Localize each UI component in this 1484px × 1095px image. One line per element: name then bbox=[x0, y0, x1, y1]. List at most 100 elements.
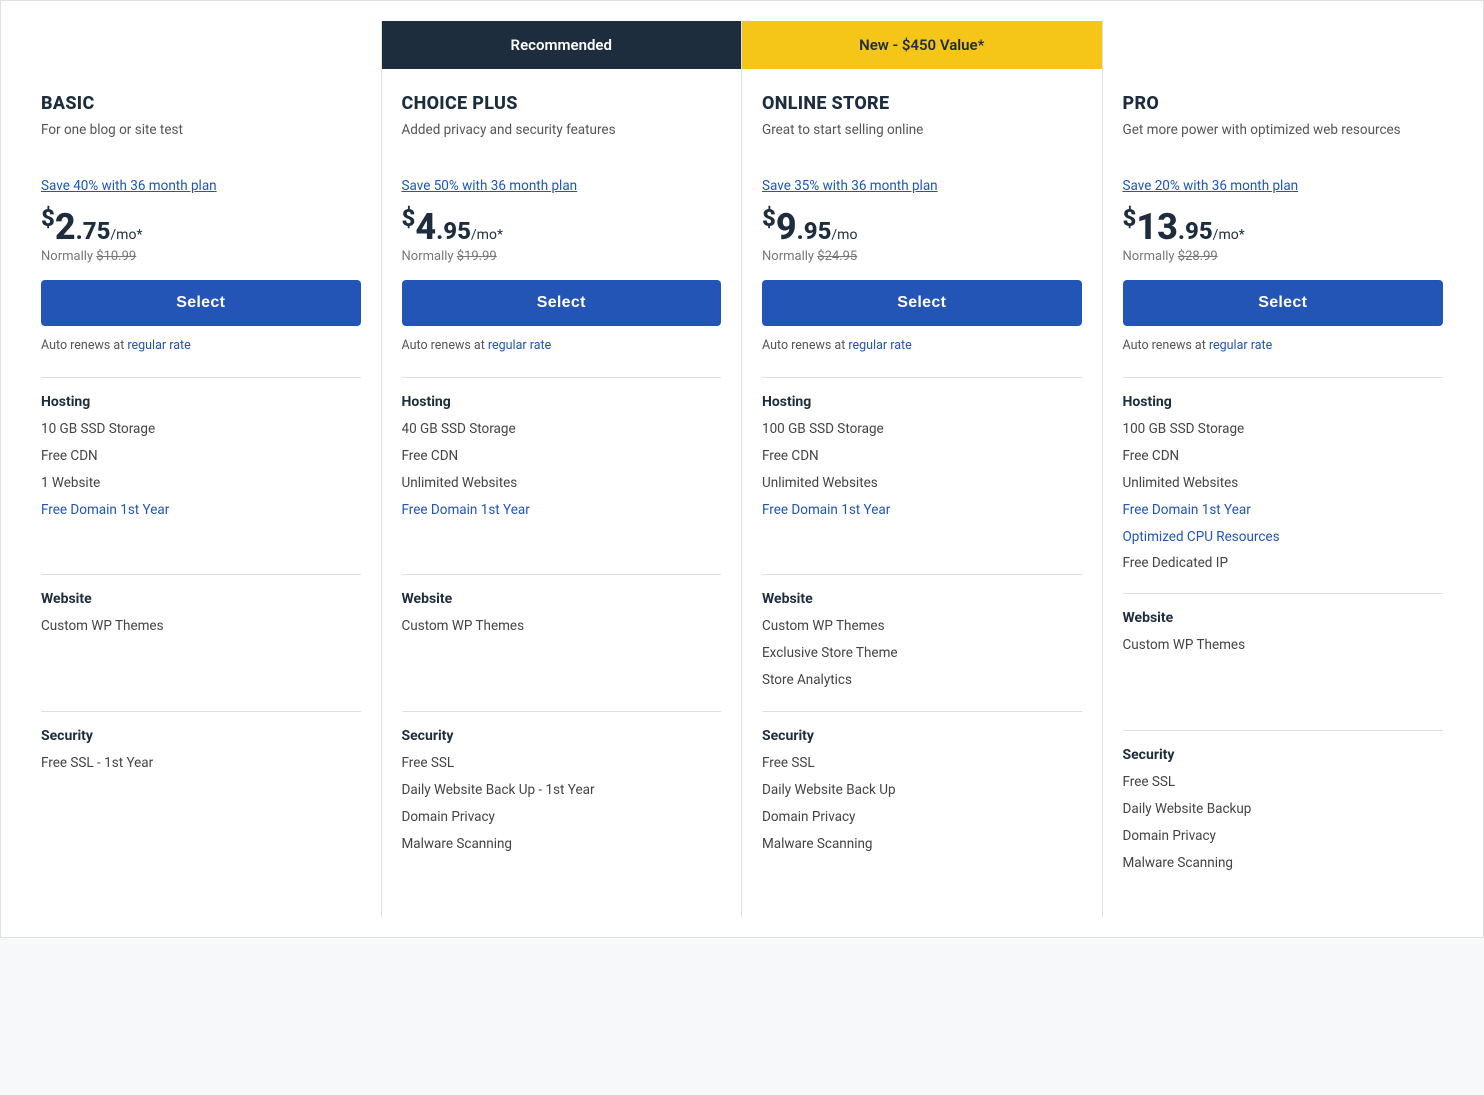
hosting-item-pro-4: Optimized CPU Resources bbox=[1123, 528, 1444, 547]
security-item-online-store-3: Malware Scanning bbox=[762, 835, 1082, 854]
save-link-pro[interactable]: Save 20% with 36 month plan bbox=[1123, 178, 1444, 194]
hosting-section-choice-plus: Hosting40 GB SSD StorageFree CDNUnlimite… bbox=[402, 394, 722, 554]
plan-desc-basic: For one blog or site test bbox=[41, 120, 361, 160]
website-section-basic: Website Custom WP Themes bbox=[41, 591, 361, 691]
security-title-choice-plus: Security bbox=[402, 728, 722, 744]
hosting-title-basic: Hosting bbox=[41, 394, 361, 410]
security-section-choice-plus: Security Free SSL Daily Website Back Up - … bbox=[402, 728, 722, 854]
price-normal-online-store: Normally $24.95 bbox=[762, 249, 1082, 264]
plan-name-choice-plus: CHOICE PLUS bbox=[402, 93, 722, 114]
hosting-item-pro-3: Free Domain 1st Year bbox=[1123, 501, 1444, 520]
divider-hosting-pro bbox=[1123, 377, 1444, 378]
security-item-pro-2: Domain Privacy bbox=[1123, 827, 1444, 846]
website-item-pro-0: Custom WP Themes bbox=[1123, 636, 1444, 655]
plan-badge-online-store: New - $450 Value* bbox=[742, 21, 1102, 69]
security-item-pro-3: Malware Scanning bbox=[1123, 854, 1444, 873]
select-button-choice-plus[interactable]: Select bbox=[402, 280, 722, 326]
divider-security-pro bbox=[1123, 730, 1444, 731]
security-item-choice-plus-1: Daily Website Back Up - 1st Year bbox=[402, 781, 722, 800]
auto-renews-choice-plus: Auto renews at regular rate bbox=[402, 338, 722, 353]
hosting-item-choice-plus-2: Unlimited Websites bbox=[402, 474, 722, 493]
hosting-item-basic-2: 1 Website bbox=[41, 474, 361, 493]
plan-col-choice-plus: Recommended CHOICE PLUS Added privacy and … bbox=[382, 21, 743, 917]
pricing-wrapper: BASIC For one blog or site test Save 40% w… bbox=[0, 0, 1484, 938]
save-link-basic[interactable]: Save 40% with 36 month plan bbox=[41, 178, 361, 194]
plan-badge-pro bbox=[1103, 21, 1464, 69]
plan-badge-choice-plus: Recommended bbox=[382, 21, 742, 69]
security-item-pro-0: Free SSL bbox=[1123, 773, 1444, 792]
hosting-item-online-store-3: Free Domain 1st Year bbox=[762, 501, 1082, 520]
price-main-online-store: $9.95/mo bbox=[762, 206, 1082, 245]
security-section-online-store: SecurityFree SSLDaily Website Back UpDom… bbox=[762, 728, 1082, 854]
plan-content-online-store: ONLINE STORE Great to start selling onlin… bbox=[742, 69, 1102, 898]
security-title-pro: Security bbox=[1123, 747, 1444, 763]
website-title-basic: Website bbox=[41, 591, 361, 607]
plans-grid: BASIC For one blog or site test Save 40% w… bbox=[21, 21, 1463, 917]
hosting-item-pro-2: Unlimited Websites bbox=[1123, 474, 1444, 493]
save-link-choice-plus[interactable]: Save 50% with 36 month plan bbox=[402, 178, 722, 194]
security-item-basic-0: Free SSL - 1st Year bbox=[41, 754, 361, 773]
price-main-pro: $13.95/mo* bbox=[1123, 206, 1444, 245]
hosting-item-online-store-2: Unlimited Websites bbox=[762, 474, 1082, 493]
website-item-online-store-1: Exclusive Store Theme bbox=[762, 644, 1082, 663]
security-item-choice-plus-2: Domain Privacy bbox=[402, 808, 722, 827]
plan-content-choice-plus: CHOICE PLUS Added privacy and security fe… bbox=[382, 69, 742, 898]
security-item-choice-plus-0: Free SSL bbox=[402, 754, 722, 773]
plan-desc-online-store: Great to start selling online bbox=[762, 120, 1082, 160]
regular-rate-link-pro[interactable]: regular rate bbox=[1209, 338, 1272, 353]
website-item-choice-plus-0: Custom WP Themes bbox=[402, 617, 722, 636]
security-item-online-store-0: Free SSL bbox=[762, 754, 1082, 773]
hosting-item-choice-plus-0: 40 GB SSD Storage bbox=[402, 420, 722, 439]
plan-col-pro: PROGet more power with optimized web res… bbox=[1103, 21, 1464, 917]
plan-name-basic: BASIC bbox=[41, 93, 361, 114]
plan-col-online-store: New - $450 Value* ONLINE STORE Great to st… bbox=[742, 21, 1103, 917]
website-section-choice-plus: WebsiteCustom WP Themes bbox=[402, 591, 722, 691]
hosting-item-pro-0: 100 GB SSD Storage bbox=[1123, 420, 1444, 439]
regular-rate-link-basic[interactable]: regular rate bbox=[127, 338, 190, 353]
select-button-online-store[interactable]: Select bbox=[762, 280, 1082, 326]
hosting-title-pro: Hosting bbox=[1123, 394, 1444, 410]
divider-hosting-choice-plus bbox=[402, 377, 722, 378]
security-item-choice-plus-3: Malware Scanning bbox=[402, 835, 722, 854]
website-section-online-store: WebsiteCustom WP ThemesExclusive Store T… bbox=[762, 591, 1082, 691]
regular-rate-link-online-store[interactable]: regular rate bbox=[848, 338, 911, 353]
divider-security-online-store bbox=[762, 711, 1082, 712]
hosting-item-pro-5: Free Dedicated IP bbox=[1123, 554, 1444, 573]
divider-security-choice-plus bbox=[402, 711, 722, 712]
hosting-section-pro: Hosting100 GB SSD StorageFree CDNUnlimit… bbox=[1123, 394, 1444, 573]
hosting-item-basic-0: 10 GB SSD Storage bbox=[41, 420, 361, 439]
hosting-title-online-store: Hosting bbox=[762, 394, 1082, 410]
security-item-pro-1: Daily Website Backup bbox=[1123, 800, 1444, 819]
price-normal-choice-plus: Normally $19.99 bbox=[402, 249, 722, 264]
security-section-basic: SecurityFree SSL - 1st Year bbox=[41, 728, 361, 773]
hosting-title-choice-plus: Hosting bbox=[402, 394, 722, 410]
security-section-pro: Security Free SSL Daily Website Backup Doma… bbox=[1123, 747, 1444, 873]
save-link-online-store[interactable]: Save 35% with 36 month plan bbox=[762, 178, 1082, 194]
plan-desc-pro: Get more power with optimized web resour… bbox=[1123, 120, 1444, 160]
divider-hosting-basic bbox=[41, 377, 361, 378]
regular-rate-link-choice-plus[interactable]: regular rate bbox=[488, 338, 551, 353]
price-main-choice-plus: $4.95/mo* bbox=[402, 206, 722, 245]
divider-website-choice-plus bbox=[402, 574, 722, 575]
divider-website-online-store bbox=[762, 574, 1082, 575]
hosting-item-basic-3: Free Domain 1st Year bbox=[41, 501, 361, 520]
plan-content-basic: BASIC For one blog or site test Save 40% w… bbox=[21, 69, 381, 817]
plan-content-pro: PROGet more power with optimized web res… bbox=[1103, 69, 1464, 917]
price-block-online-store: $9.95/mo bbox=[762, 206, 1082, 245]
website-title-pro: Website bbox=[1123, 610, 1444, 626]
select-button-basic[interactable]: Select bbox=[41, 280, 361, 326]
plan-name-online-store: ONLINE STORE bbox=[762, 93, 1082, 114]
website-section-pro: Website Custom WP Themes bbox=[1123, 610, 1444, 710]
hosting-section-online-store: Hosting100 GB SSD StorageFree CDNUnlimit… bbox=[762, 394, 1082, 554]
price-block-choice-plus: $4.95/mo* bbox=[402, 206, 722, 245]
website-item-basic-0: Custom WP Themes bbox=[41, 617, 361, 636]
select-button-pro[interactable]: Select bbox=[1123, 280, 1444, 326]
security-item-online-store-2: Domain Privacy bbox=[762, 808, 1082, 827]
plan-col-basic: BASIC For one blog or site test Save 40% w… bbox=[21, 21, 382, 917]
plan-desc-choice-plus: Added privacy and security features bbox=[402, 120, 722, 160]
hosting-item-online-store-0: 100 GB SSD Storage bbox=[762, 420, 1082, 439]
auto-renews-online-store: Auto renews at regular rate bbox=[762, 338, 1082, 353]
hosting-item-basic-1: Free CDN bbox=[41, 447, 361, 466]
hosting-section-basic: Hosting 10 GB SSD Storage Free CDN 1 Websit… bbox=[41, 394, 361, 554]
plan-badge-basic bbox=[21, 21, 381, 69]
